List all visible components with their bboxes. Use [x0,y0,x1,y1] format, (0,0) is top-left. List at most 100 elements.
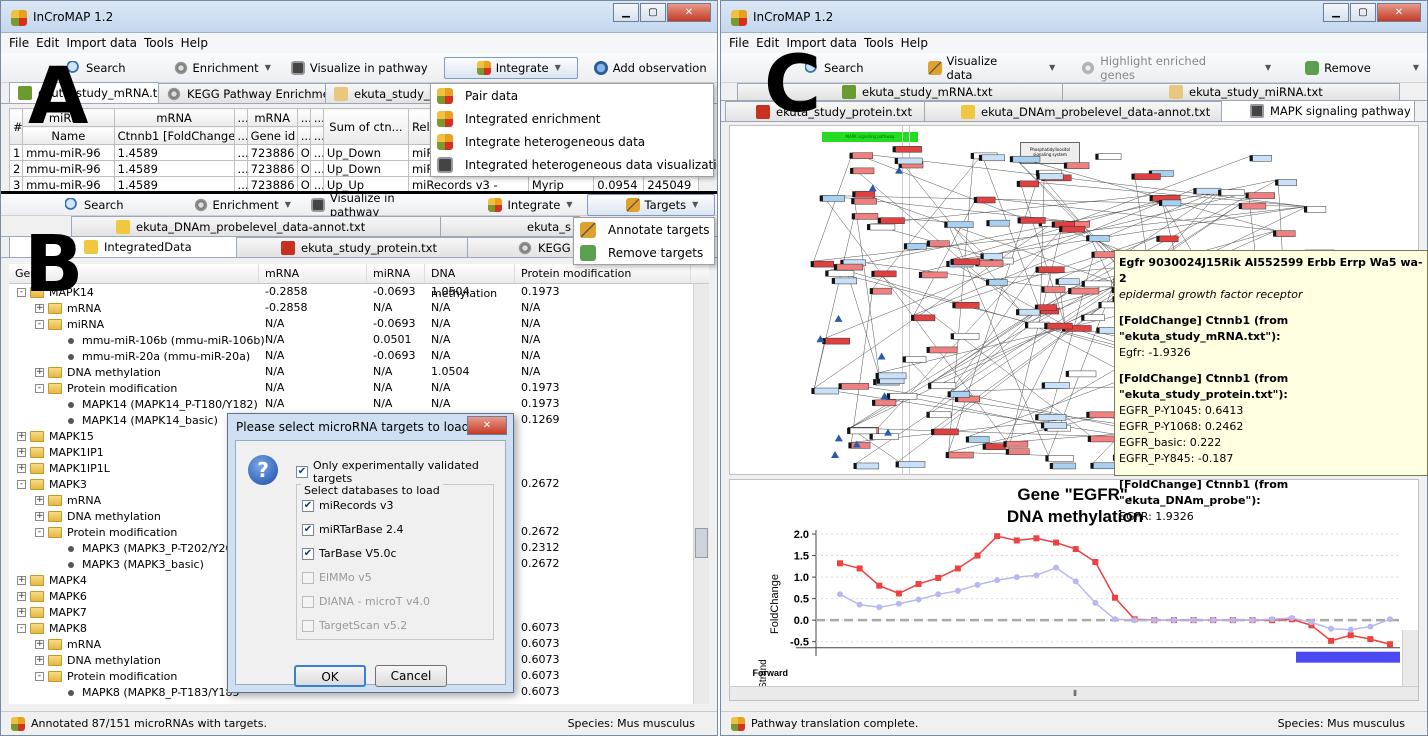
expand-toggle[interactable]: - [35,384,44,393]
enrichment-button[interactable]: Enrichment ▼ [190,194,295,216]
gene-node[interactable] [854,213,879,220]
menu-tools[interactable]: Tools [144,36,174,50]
enrichment-button[interactable]: Enrichment ▼ [170,57,275,79]
tree-row[interactable]: mmu-miR-20a (mmu-miR-20a) N/A -0.0693 N/A N/… [9,348,699,364]
menu-help[interactable]: Help [181,36,208,50]
scrollbar-thumb[interactable] [695,528,708,558]
gene-node[interactable] [1161,199,1182,207]
chevron-down-icon[interactable]: ▼ [566,200,572,209]
tab-study-mirna[interactable]: ekuta_study_miRNA.txt [1062,83,1400,100]
gene-node[interactable] [1012,155,1041,163]
expand-toggle[interactable]: + [17,608,26,617]
expand-toggle[interactable]: - [17,624,26,633]
column-header[interactable]: mRNA [113,108,235,127]
chevron-down-icon[interactable]: ▼ [555,63,561,72]
minimize-button[interactable]: ▁ [1323,3,1349,22]
gene-node[interactable] [983,253,1003,260]
tab-mapk-pathway[interactable]: MAPK signaling pathway [1221,100,1415,121]
column-header[interactable]: mRNA [246,108,298,127]
gene-node[interactable] [1220,189,1245,196]
gene-node[interactable] [855,191,875,198]
gene-node[interactable] [1306,206,1327,213]
remove-button[interactable]: Remove ▼ [1301,57,1423,79]
gene-node[interactable] [929,346,958,354]
gene-node[interactable] [976,196,996,204]
gene-node[interactable] [849,427,877,435]
gene-node[interactable] [1070,287,1100,295]
tab-study-protein[interactable]: ekuta_study_protein.txt [236,237,468,257]
gene-node[interactable] [981,154,1005,162]
tab-dnam-probelevel[interactable]: ekuta_DNAm_probelevel_data-annot.txt [71,216,441,236]
gene-node[interactable] [921,271,948,279]
gene-node[interactable] [836,263,864,271]
search-button[interactable]: Search [61,194,128,216]
tree-row[interactable]: MAPK14 (MAPK14_P-T180/Y182) N/A N/A N/A 0.19… [9,396,699,412]
maximize-button[interactable]: ▢ [640,3,666,22]
menu-edit[interactable]: Edit [36,36,59,50]
chart-hscrollbar[interactable]: ⦀ [730,686,1418,700]
validated-only-checkbox[interactable]: ✔ Only experimentally validated targets [296,459,505,485]
column-header[interactable]: ... [296,108,311,127]
expand-toggle[interactable]: + [17,576,26,585]
gene-node[interactable] [878,372,907,380]
tab-study-m[interactable]: ekuta_study_m [325,83,435,103]
menu-item-annotate-targets[interactable]: Annotate targets [574,218,714,241]
gene-node[interactable] [985,443,1006,450]
gene-node[interactable] [856,462,880,470]
gene-node[interactable] [948,451,974,459]
gene-node[interactable] [1046,322,1073,330]
tab-kegg-enrichment[interactable]: KEGG Pathway Enrichment [158,83,326,103]
tree-row[interactable]: - MAPK14 -0.2858 -0.0693 1.0504 0.1973 [9,284,699,300]
gene-node[interactable] [1052,462,1076,470]
chevron-down-icon[interactable]: ▼ [1265,63,1271,72]
gene-node[interactable] [1088,235,1110,242]
gene-node[interactable] [1008,448,1030,455]
gene-node[interactable] [874,399,897,407]
gene-node[interactable] [825,337,851,345]
gene-node[interactable] [897,157,923,165]
add-observation-button[interactable]: Add observation [590,57,711,79]
visualize-in-pathway-button[interactable]: Visualize in pathway [287,57,432,79]
menu-item-integrated-enrichment[interactable]: Integrated enrichment [431,107,713,130]
gene-node[interactable] [1039,173,1064,180]
gene-node[interactable] [1044,382,1070,389]
cancel-button[interactable]: Cancel [375,665,447,687]
gene-node[interactable] [852,167,875,175]
minimize-button[interactable]: ▁ [613,3,639,22]
gene-node[interactable] [913,314,936,322]
tree-row[interactable]: - Protein modification N/A N/A N/A 0.1973 [9,380,699,396]
gene-node[interactable] [953,333,980,340]
gene-node[interactable] [1020,217,1046,224]
gene-node[interactable] [814,387,840,395]
gene-node[interactable] [1018,308,1041,316]
expand-toggle[interactable]: - [35,320,44,329]
gene-node[interactable] [905,356,927,363]
gene-node[interactable] [1252,155,1272,162]
menu-tools[interactable]: Tools [864,36,894,50]
integrate-button[interactable]: Integrate ▼ [484,194,576,216]
menu-item-integrate-heterogeneous[interactable]: Integrate heterogeneous data [431,130,713,153]
gene-node[interactable] [813,260,834,268]
gene-node[interactable] [834,277,857,285]
gene-node[interactable] [968,436,990,443]
gene-node[interactable] [853,197,877,205]
gene-node[interactable] [930,382,957,390]
database-checkbox[interactable]: ✔ TarBase V5.0c [302,547,397,560]
expand-toggle[interactable]: + [17,464,26,473]
gene-node[interactable] [950,391,970,398]
tab-dnam-probelevel[interactable]: ekuta_DNAm_probelevel_data-annot.txt [924,101,1222,121]
gene-node[interactable] [828,270,855,277]
chart-vscrollbar[interactable] [1402,630,1418,686]
menu-item-remove-targets[interactable]: Remove targets [574,241,714,264]
expand-toggle[interactable]: + [35,496,44,505]
column-header[interactable]: # [9,108,24,145]
gene-node[interactable] [1044,286,1066,293]
expand-toggle[interactable]: - [35,672,44,681]
column-header-mrna[interactable]: mRNA [259,264,367,283]
column-header-mirna[interactable]: miRNA [367,264,425,283]
column-header-protein-modification[interactable]: Protein modification [515,264,691,283]
gene-node[interactable] [1019,180,1039,188]
gene-node[interactable] [1134,173,1161,180]
column-header-dna-methylation[interactable]: DNA methylation [425,264,515,300]
gene-node[interactable] [874,270,897,278]
